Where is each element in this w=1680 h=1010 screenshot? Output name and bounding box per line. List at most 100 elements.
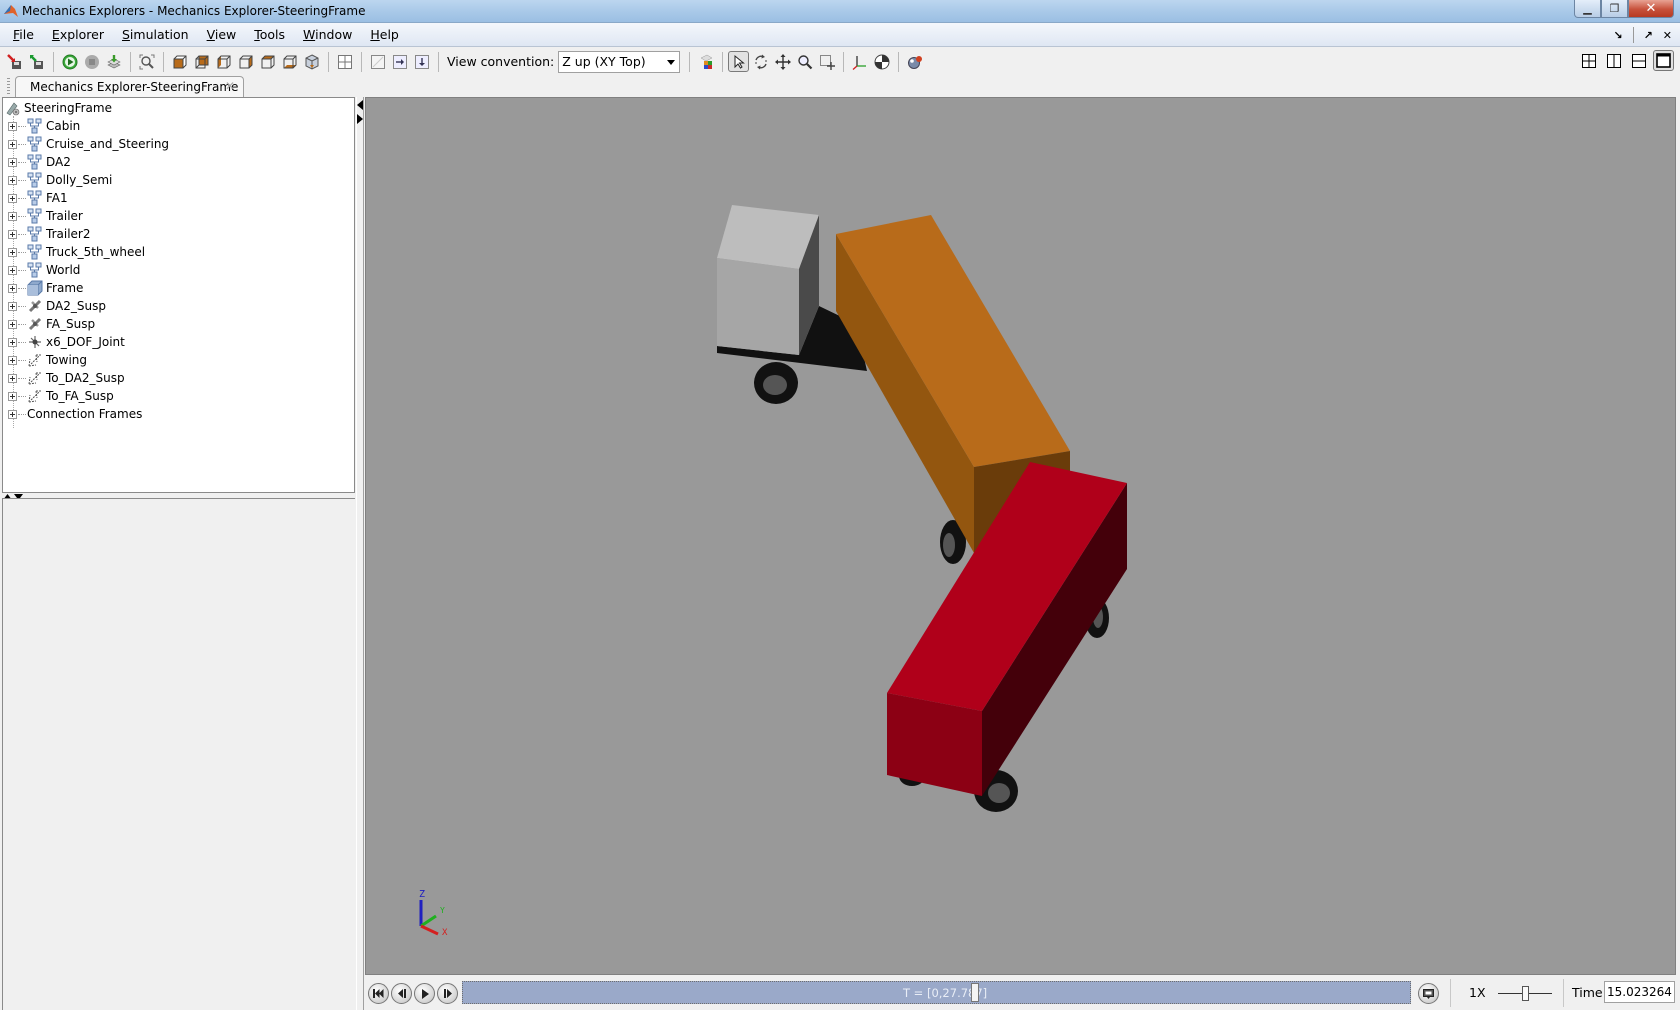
expand-icon[interactable] <box>8 139 17 149</box>
menu-simulation[interactable]: Simulation <box>113 24 198 46</box>
expand-icon[interactable] <box>8 211 17 221</box>
split-down-button[interactable] <box>411 51 432 72</box>
drag-grip[interactable] <box>7 78 10 94</box>
tree-item[interactable]: To_FA_Susp <box>3 387 114 405</box>
expand-icon[interactable] <box>8 265 17 275</box>
close-document-icon[interactable]: ✕ <box>1663 29 1672 42</box>
tree-item[interactable]: DA2 <box>3 153 71 171</box>
tree-item[interactable]: To_DA2_Susp <box>3 369 125 387</box>
expand-icon[interactable] <box>8 409 17 419</box>
timeline-thumb[interactable] <box>971 983 979 1002</box>
left-view-button[interactable] <box>213 51 234 72</box>
menu-window[interactable]: Window <box>294 24 361 46</box>
front-view-button[interactable] <box>169 51 190 72</box>
convex-hull-button[interactable] <box>904 51 925 72</box>
menu-file[interactable]: File <box>4 24 43 46</box>
select-button[interactable] <box>728 51 750 72</box>
split-right-button[interactable] <box>389 51 410 72</box>
tree-item[interactable]: Truck_5th_wheel <box>3 243 145 261</box>
dock-icon[interactable]: ↗ <box>1644 29 1653 42</box>
zoom-button[interactable] <box>794 51 815 72</box>
tree-item[interactable]: DA2_Susp <box>3 297 106 315</box>
tree-item[interactable]: Connection Frames <box>3 405 142 423</box>
vertical-splitter[interactable] <box>356 97 364 1010</box>
expand-icon[interactable] <box>8 229 17 239</box>
restore-button[interactable]: ❐ <box>1601 0 1628 18</box>
chevron-down-icon <box>667 59 676 65</box>
menu-explorer[interactable]: Explorer <box>43 24 113 46</box>
tree-item[interactable]: FA_Susp <box>3 315 95 333</box>
skip-to-start-button[interactable] <box>368 983 389 1004</box>
four-views-button[interactable] <box>334 51 355 72</box>
playback-speed-slider[interactable] <box>1498 984 1552 1004</box>
tree-item[interactable]: Cabin <box>3 117 80 135</box>
run-icon <box>62 54 77 69</box>
tree-item[interactable]: Dolly_Semi <box>3 171 112 189</box>
zoom-box-button[interactable] <box>816 51 837 72</box>
layout-single-button[interactable] <box>1653 50 1674 71</box>
expand-icon[interactable] <box>8 121 17 131</box>
minimize-button[interactable]: ▁ <box>1574 0 1601 18</box>
right-view-button[interactable] <box>235 51 256 72</box>
model-tree[interactable]: SteeringFrame Cabin Cruise_and_Steering DA… <box>2 97 355 493</box>
collapse-left-icon[interactable] <box>357 100 363 110</box>
step-forward-button[interactable] <box>437 983 458 1004</box>
close-tab-icon[interactable]: ✕ <box>225 79 235 93</box>
isometric-view-button[interactable] <box>301 51 322 72</box>
undock-icon[interactable]: ↘ <box>1613 29 1622 42</box>
pan-button[interactable] <box>772 51 793 72</box>
expand-icon[interactable] <box>8 355 17 365</box>
fit-to-view-button[interactable] <box>136 51 157 72</box>
loop-button[interactable] <box>1418 983 1439 1004</box>
3d-viewport[interactable]: Z Y X <box>365 97 1676 975</box>
menu-view[interactable]: View <box>198 24 246 46</box>
slider-knob[interactable] <box>1522 986 1529 1001</box>
tree-item[interactable]: Frame <box>3 279 83 297</box>
frames-button[interactable] <box>849 51 870 72</box>
timeline-slider[interactable]: T = [0,27.787] <box>462 981 1411 1004</box>
update-button[interactable] <box>103 51 124 72</box>
run-button[interactable] <box>59 51 80 72</box>
tree-item[interactable]: Trailer2 <box>3 225 90 243</box>
tree-item[interactable]: World <box>3 261 80 279</box>
top-view-button[interactable] <box>257 51 278 72</box>
tree-item[interactable]: x6_DOF_Joint <box>3 333 125 351</box>
expand-icon[interactable] <box>8 175 17 185</box>
layout-four-button[interactable] <box>1578 50 1599 71</box>
bottom-view-button[interactable] <box>279 51 300 72</box>
expand-icon[interactable] <box>8 247 17 257</box>
single-pane-button[interactable] <box>367 51 388 72</box>
menu-help[interactable]: Help <box>361 24 408 46</box>
play-button[interactable] <box>414 983 435 1004</box>
tree-item[interactable]: Trailer <box>3 207 83 225</box>
expand-icon[interactable] <box>8 301 17 311</box>
step-back-button[interactable] <box>391 983 412 1004</box>
expand-icon[interactable] <box>8 157 17 167</box>
close-window-button[interactable]: ✕ <box>1628 0 1674 18</box>
tree-root[interactable]: SteeringFrame <box>5 99 112 117</box>
view-convention-dropdown[interactable]: Z up (XY Top) <box>558 50 681 73</box>
expand-icon[interactable] <box>8 319 17 329</box>
tab-mechanics-explorer-steeringframe[interactable]: Mechanics Explorer-SteeringFrame ✕ <box>15 76 244 97</box>
expand-icon[interactable] <box>8 193 17 203</box>
center-of-mass-button[interactable] <box>871 51 892 72</box>
expand-icon[interactable] <box>8 337 17 347</box>
expand-icon[interactable] <box>8 391 17 401</box>
export-button[interactable] <box>26 51 47 72</box>
expand-icon[interactable] <box>8 373 17 383</box>
back-view-button[interactable] <box>191 51 212 72</box>
rotate-button[interactable] <box>750 51 771 72</box>
import-button[interactable] <box>4 51 25 72</box>
subsystem-icon <box>27 208 43 224</box>
tree-item[interactable]: FA1 <box>3 189 68 207</box>
expand-icon[interactable] <box>8 283 17 293</box>
stop-button[interactable] <box>81 51 102 72</box>
tree-item[interactable]: Towing <box>3 351 87 369</box>
layout-vertical-button[interactable] <box>1603 50 1624 71</box>
time-field[interactable]: 15.023264 <box>1604 981 1675 1003</box>
tree-item[interactable]: Cruise_and_Steering <box>3 135 169 153</box>
menu-tools[interactable]: Tools <box>245 24 294 46</box>
expand-right-icon[interactable] <box>357 114 363 124</box>
color-settings-button[interactable] <box>695 51 716 72</box>
layout-horizontal-button[interactable] <box>1628 50 1649 71</box>
